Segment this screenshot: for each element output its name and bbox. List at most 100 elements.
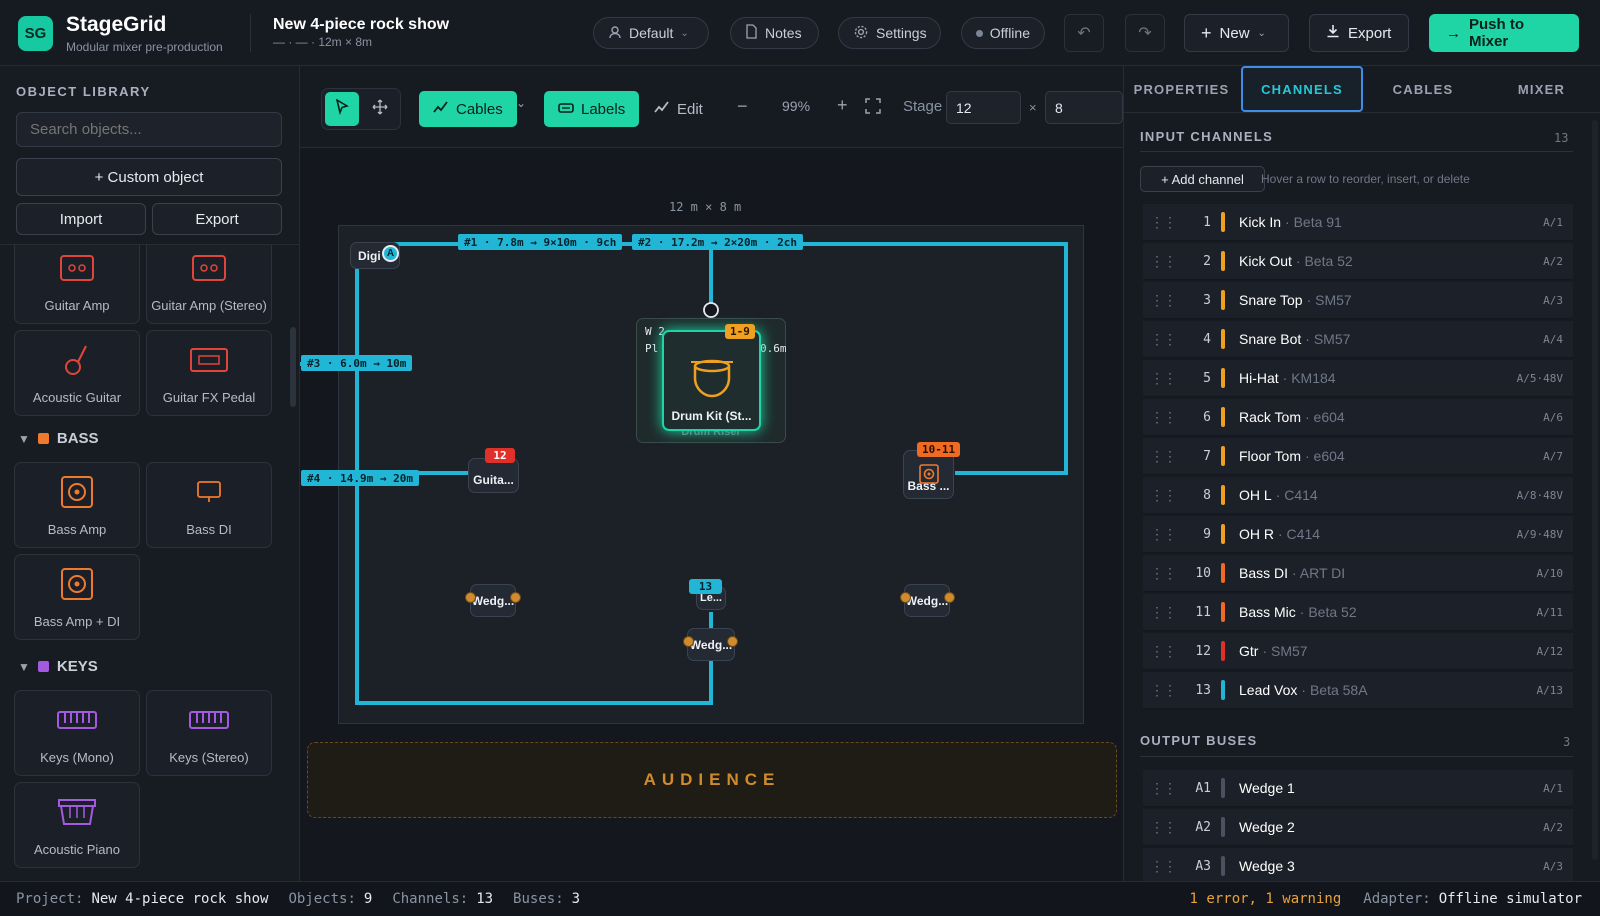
input-channels-title: INPUT CHANNELS [1140, 129, 1274, 144]
cable-label-3[interactable]: #3 · 6.0m → 10m [301, 355, 413, 371]
new-button[interactable]: + New ⌄ [1184, 14, 1289, 52]
stage-object-bass-amp[interactable]: Bass ... [903, 450, 954, 499]
cable-label-1[interactable]: #1 · 7.8m → 9×10m · 9ch [458, 234, 623, 250]
library-item-bass-di[interactable]: Bass DI [146, 462, 272, 548]
library-import-button[interactable]: Import [16, 203, 146, 235]
drag-handle-icon[interactable]: ⋮⋮ [1143, 780, 1183, 797]
channel-row[interactable]: ⋮⋮ 12 Gtr · SM57 A/12 [1143, 633, 1573, 670]
channel-row[interactable]: ⋮⋮ 1 Kick In · Beta 91 A/1 [1143, 204, 1573, 241]
drag-handle-icon[interactable]: ⋮⋮ [1143, 487, 1183, 504]
channel-row[interactable]: ⋮⋮ 4 Snare Bot · SM57 A/4 [1143, 321, 1573, 358]
tab-properties[interactable]: PROPERTIES [1123, 66, 1240, 112]
redo-button[interactable]: ↷ [1125, 14, 1165, 52]
zoom-in-button[interactable]: + [837, 95, 848, 116]
channel-number: 8 [1203, 487, 1211, 503]
library-item-keys-mono[interactable]: Keys (Mono) [14, 690, 140, 776]
library-item-acoustic-piano[interactable]: Acoustic Piano [14, 782, 140, 868]
connection-status[interactable]: Offline [961, 17, 1045, 49]
cable-label-2[interactable]: #2 · 17.2m → 2×20m · 2ch [632, 234, 803, 250]
drag-handle-icon[interactable]: ⋮⋮ [1143, 409, 1183, 426]
push-to-mixer-button[interactable]: → Push to Mixer [1429, 14, 1579, 52]
settings-button[interactable]: Settings [838, 17, 941, 49]
pan-tool-button[interactable] [363, 92, 397, 126]
undo-button[interactable]: ↶ [1064, 14, 1104, 52]
category-bass[interactable]: ▼ BASS [18, 430, 99, 447]
drag-handle-icon[interactable]: ⋮⋮ [1143, 819, 1183, 836]
channel-row[interactable]: ⋮⋮ 9 OH R · C414 A/9·48V [1143, 516, 1573, 553]
connector-dot[interactable] [510, 592, 521, 603]
new-label: New [1219, 24, 1250, 42]
cable-label-4[interactable]: #4 · 14.9m → 20m [301, 470, 419, 486]
stage-object-guitar-amp[interactable]: Guita... [468, 458, 519, 493]
export-button[interactable]: Export [1309, 14, 1409, 52]
bus-row[interactable]: ⋮⋮ A1 Wedge 1 A/1 [1143, 770, 1573, 807]
channel-row[interactable]: ⋮⋮ 5 Hi-Hat · KM184 A/5·48V [1143, 360, 1573, 397]
library-item-keys-stereo[interactable]: Keys (Stereo) [146, 690, 272, 776]
library-search-input[interactable] [16, 112, 282, 147]
connector-dot[interactable] [683, 636, 694, 647]
channel-row[interactable]: ⋮⋮ 11 Bass Mic · Beta 52 A/11 [1143, 594, 1573, 631]
category-keys[interactable]: ▼ KEYS [18, 658, 98, 675]
labels-toggle[interactable]: Labels [544, 91, 640, 127]
drag-handle-icon[interactable]: ⋮⋮ [1143, 214, 1183, 231]
drag-handle-icon[interactable]: ⋮⋮ [1143, 370, 1183, 387]
stage-object-wedge-1[interactable]: Wedg... [470, 584, 516, 617]
drag-handle-icon[interactable]: ⋮⋮ [1143, 604, 1183, 621]
profile-select[interactable]: Default ⌄ [593, 17, 709, 49]
drag-handle-icon[interactable]: ⋮⋮ [1143, 643, 1183, 660]
notes-button[interactable]: Notes [730, 17, 819, 49]
drag-handle-icon[interactable]: ⋮⋮ [1143, 526, 1183, 543]
fit-to-screen-icon[interactable] [865, 98, 881, 119]
channel-row[interactable]: ⋮⋮ 2 Kick Out · Beta 52 A/2 [1143, 243, 1573, 280]
connector-dot[interactable] [727, 636, 738, 647]
connector-dot[interactable] [465, 592, 476, 603]
drag-handle-icon[interactable]: ⋮⋮ [1143, 858, 1183, 875]
library-item-guitar-amp-stereo[interactable]: Guitar Amp (Stereo) [146, 245, 272, 324]
library-item-acoustic-guitar[interactable]: Acoustic Guitar [14, 330, 140, 416]
stage-object-wedge-3[interactable]: Wedg... [904, 584, 950, 617]
tab-cables[interactable]: CABLES [1364, 66, 1482, 112]
drag-handle-icon[interactable]: ⋮⋮ [1143, 565, 1183, 582]
channel-row[interactable]: ⋮⋮ 13 Lead Vox · Beta 58A A/13 [1143, 672, 1573, 709]
channel-row[interactable]: ⋮⋮ 6 Rack Tom · e604 A/6 [1143, 399, 1573, 436]
library-item-bass-amp[interactable]: Bass Amp [14, 462, 140, 548]
stage-width-input[interactable] [946, 91, 1021, 124]
library-export-button[interactable]: Export [152, 203, 282, 235]
cables-dropdown-chevron-icon[interactable]: ⌄ [516, 96, 526, 110]
drag-handle-icon[interactable]: ⋮⋮ [1143, 682, 1183, 699]
library-item-bass-amp-di[interactable]: Bass Amp + DI [14, 554, 140, 640]
library-scrollbar[interactable] [290, 327, 296, 407]
cursor-icon [335, 97, 349, 120]
project-title[interactable]: New 4-piece rock show [273, 16, 449, 34]
status-issues[interactable]: 1 error, 1 warning [1190, 891, 1342, 907]
bus-row[interactable]: ⋮⋮ A3 Wedge 3 A/3 [1143, 848, 1573, 885]
edit-button[interactable]: Edit [640, 91, 717, 127]
di-box-icon [147, 475, 271, 509]
bus-row[interactable]: ⋮⋮ A2 Wedge 2 A/2 [1143, 809, 1573, 846]
stage-object-drum-kit[interactable]: Drum Kit (St... [662, 330, 761, 431]
tab-channels[interactable]: CHANNELS [1241, 66, 1363, 112]
channel-row[interactable]: ⋮⋮ 8 OH L · C414 A/8·48V [1143, 477, 1573, 514]
cables-toggle[interactable]: Cables [419, 91, 517, 127]
channel-row[interactable]: ⋮⋮ 10 Bass DI · ART DI A/10 [1143, 555, 1573, 592]
connector-dot[interactable] [900, 592, 911, 603]
channel-row[interactable]: ⋮⋮ 7 Floor Tom · e604 A/7 [1143, 438, 1573, 475]
tab-mixer[interactable]: MIXER [1483, 66, 1600, 112]
drag-handle-icon[interactable]: ⋮⋮ [1143, 448, 1183, 465]
channel-port: A/13 [1536, 683, 1564, 697]
zoom-out-button[interactable]: − [737, 96, 748, 117]
drag-handle-icon[interactable]: ⋮⋮ [1143, 253, 1183, 270]
library-item-guitar-fx-pedal[interactable]: Guitar FX Pedal [146, 330, 272, 416]
connector-dot[interactable] [944, 592, 955, 603]
guitar-amp-icon [15, 251, 139, 285]
stage-height-input[interactable] [1045, 91, 1123, 124]
channel-row[interactable]: ⋮⋮ 3 Snare Top · SM57 A/3 [1143, 282, 1573, 319]
select-tool-button[interactable] [325, 92, 359, 126]
drag-handle-icon[interactable]: ⋮⋮ [1143, 292, 1183, 309]
add-channel-button[interactable]: + Add channel [1140, 166, 1265, 192]
custom-object-button[interactable]: + Custom object [16, 158, 282, 196]
drag-handle-icon[interactable]: ⋮⋮ [1143, 331, 1183, 348]
library-item-guitar-amp[interactable]: Guitar Amp [14, 245, 140, 324]
inspector-scrollbar[interactable] [1592, 120, 1598, 860]
channel-color-bar [1221, 641, 1225, 661]
